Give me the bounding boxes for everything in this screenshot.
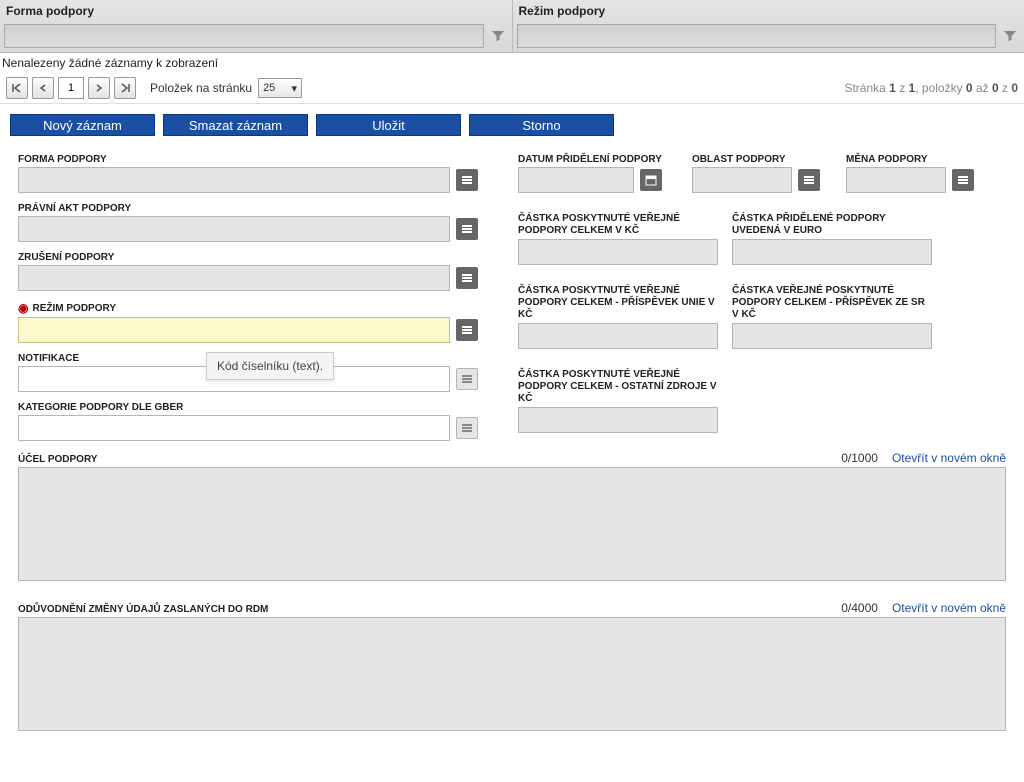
lookup-icon[interactable] bbox=[456, 218, 478, 240]
input-castka-unie[interactable] bbox=[518, 323, 718, 349]
chevron-down-icon: ▾ bbox=[292, 82, 298, 95]
new-record-button[interactable]: Nový záznam bbox=[10, 114, 155, 136]
filter-icon[interactable] bbox=[1000, 24, 1020, 48]
pager-next[interactable] bbox=[88, 77, 110, 99]
label-forma: FORMA PODPORY bbox=[18, 152, 478, 167]
label-kategorie: KATEGORIE PODPORY DLE GBER bbox=[18, 400, 478, 415]
calendar-icon[interactable] bbox=[640, 169, 662, 191]
label-castka-kc: ČÁSTKA POSKYTNUTÉ VEŘEJNÉ PODPORY CELKEM… bbox=[518, 211, 718, 239]
required-icon: ◉ bbox=[18, 301, 28, 315]
per-page-label: Položek na stránku bbox=[150, 81, 252, 95]
textarea-ucel[interactable] bbox=[18, 467, 1006, 581]
open-new-window-link[interactable]: Otevřít v novém okně bbox=[892, 451, 1006, 465]
filter-input-forma[interactable] bbox=[4, 24, 484, 48]
label-castka-unie: ČÁSTKA POSKYTNUTÉ VEŘEJNÉ PODPORY CELKEM… bbox=[518, 283, 718, 323]
lookup-icon[interactable] bbox=[798, 169, 820, 191]
label-rezim: ◉REŽIM PODPORY bbox=[18, 299, 478, 317]
filter-col-forma: Forma podpory bbox=[0, 0, 513, 52]
input-castka-kc[interactable] bbox=[518, 239, 718, 265]
input-datum[interactable] bbox=[518, 167, 634, 193]
input-forma[interactable] bbox=[18, 167, 450, 193]
input-mena[interactable] bbox=[846, 167, 946, 193]
per-page-value: 25 bbox=[263, 82, 275, 94]
input-castka-ost[interactable] bbox=[518, 407, 718, 433]
label-oduvod: ODŮVODNĚNÍ ZMĚNY ÚDAJŮ ZASLANÝCH DO RDM bbox=[18, 604, 268, 615]
input-castka-eur[interactable] bbox=[732, 239, 932, 265]
label-pravni: PRÁVNÍ AKT PODPORY bbox=[18, 201, 478, 216]
pager-prev[interactable] bbox=[32, 77, 54, 99]
label-castka-ost: ČÁSTKA POSKYTNUTÉ VEŘEJNÉ PODPORY CELKEM… bbox=[518, 367, 718, 407]
filter-input-rezim[interactable] bbox=[517, 24, 997, 48]
textarea-oduvod[interactable] bbox=[18, 617, 1006, 731]
filter-bar: Forma podpory Režim podpory bbox=[0, 0, 1024, 53]
cancel-button[interactable]: Storno bbox=[469, 114, 614, 136]
pager-first[interactable] bbox=[6, 77, 28, 99]
lookup-icon[interactable] bbox=[456, 417, 478, 439]
pager-info: Stránka 1 z 1, položky 0 až 0 z 0 bbox=[844, 81, 1018, 95]
label-oblast: OBLAST PODPORY bbox=[692, 152, 832, 167]
counter-oduvod: 0/4000 bbox=[841, 601, 892, 615]
delete-record-button[interactable]: Smazat záznam bbox=[163, 114, 308, 136]
tooltip: Kód číselníku (text). bbox=[206, 352, 334, 380]
label-ucel: ÚČEL PODPORY bbox=[18, 454, 97, 465]
lookup-icon[interactable] bbox=[456, 319, 478, 341]
save-button[interactable]: Uložit bbox=[316, 114, 461, 136]
lookup-icon[interactable] bbox=[456, 169, 478, 191]
no-records-text: Nenalezeny žádné záznamy k zobrazení bbox=[0, 53, 1024, 73]
input-zruseni[interactable] bbox=[18, 265, 450, 291]
input-oblast[interactable] bbox=[692, 167, 792, 193]
action-bar: Nový záznam Smazat záznam Uložit Storno bbox=[0, 104, 1024, 144]
label-zruseni: ZRUŠENÍ PODPORY bbox=[18, 250, 478, 265]
input-kategorie[interactable] bbox=[18, 415, 450, 441]
input-castka-sr[interactable] bbox=[732, 323, 932, 349]
per-page-dropdown[interactable]: 25 ▾ bbox=[258, 78, 302, 98]
lookup-icon[interactable] bbox=[456, 267, 478, 289]
input-rezim[interactable] bbox=[18, 317, 450, 343]
label-castka-eur: ČÁSTKA PŘIDĚLENÉ PODPORY UVEDENÁ V EURO bbox=[732, 211, 932, 239]
filter-col-rezim: Režim podpory bbox=[513, 0, 1024, 52]
lookup-icon[interactable] bbox=[456, 368, 478, 390]
input-pravni[interactable] bbox=[18, 216, 450, 242]
lookup-icon[interactable] bbox=[952, 169, 974, 191]
counter-ucel: 0/1000 bbox=[841, 451, 892, 465]
filter-header-forma: Forma podpory bbox=[0, 0, 512, 22]
pager-page-input[interactable] bbox=[58, 77, 84, 99]
pager-last[interactable] bbox=[114, 77, 136, 99]
filter-icon[interactable] bbox=[488, 24, 508, 48]
label-castka-sr: ČÁSTKA VEŘEJNÉ POSKYTNUTÉ PODPORY CELKEM… bbox=[732, 283, 932, 323]
label-datum: DATUM PŘIDĚLENÍ PODPORY bbox=[518, 152, 678, 167]
label-mena: MĚNA PODPORY bbox=[846, 152, 986, 167]
filter-header-rezim: Režim podpory bbox=[513, 0, 1024, 22]
open-new-window-link[interactable]: Otevřít v novém okně bbox=[892, 601, 1006, 615]
pager-bar: Položek na stránku 25 ▾ Stránka 1 z 1, p… bbox=[0, 73, 1024, 104]
